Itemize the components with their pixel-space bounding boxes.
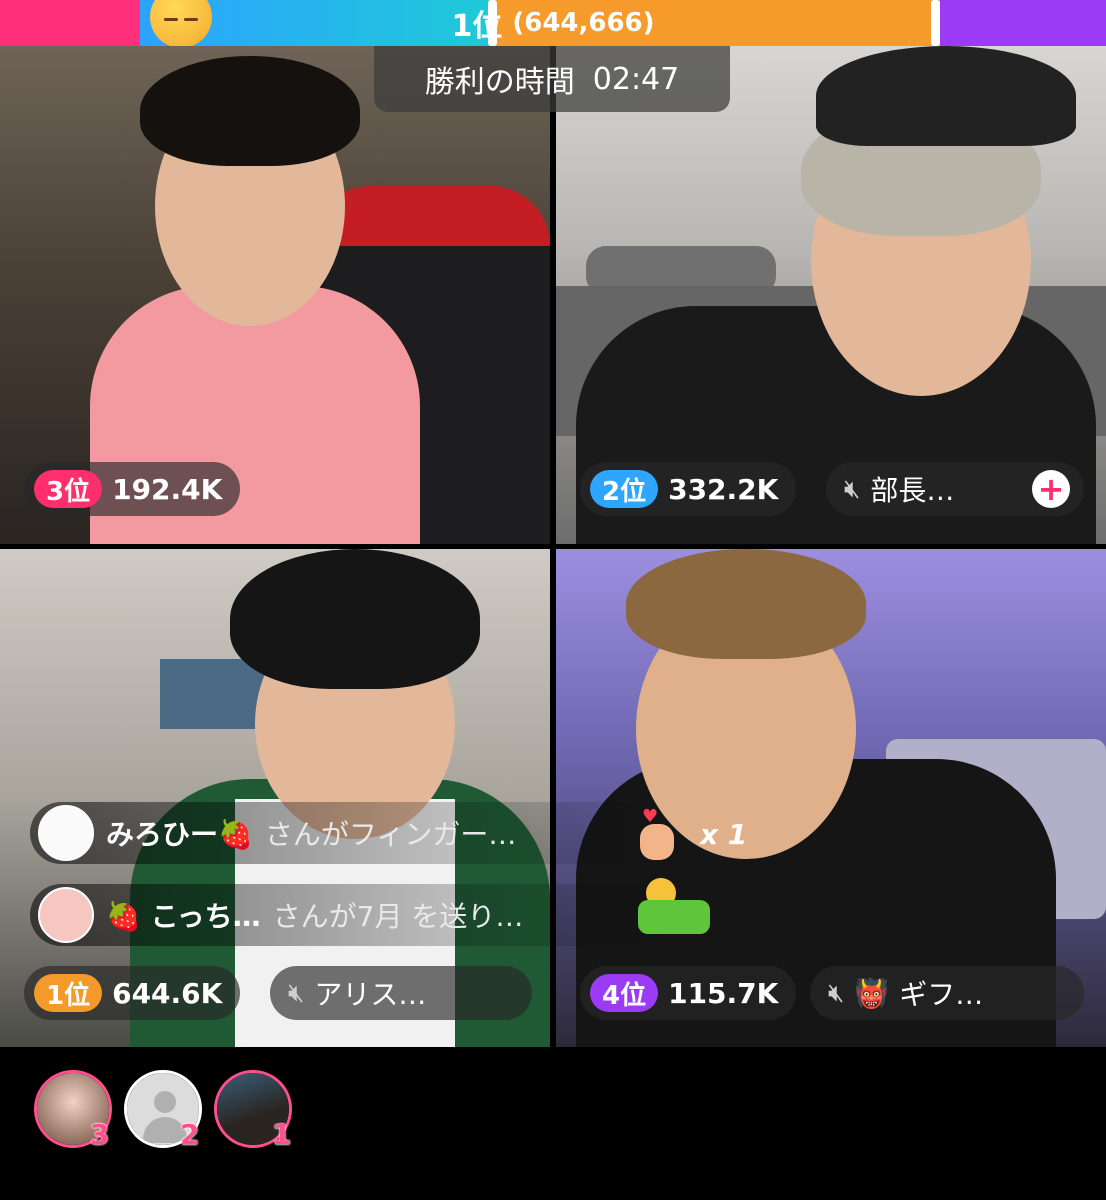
gift-user-name: 🍓 こっち…: [106, 900, 261, 933]
host-name-pill-bottom-left[interactable]: 🔇︎ アリス…: [270, 966, 532, 1020]
rank-score: 644.6K: [112, 976, 223, 1010]
gift-text: さんが7月 を送り…: [272, 900, 524, 933]
timer-time: 02:47: [592, 61, 680, 97]
gifter-rank-1: 1: [272, 1118, 292, 1151]
avatar: [38, 887, 94, 943]
rank-badge: 4位: [590, 974, 659, 1012]
rank-score: 115.7K: [668, 976, 779, 1010]
host-name-pill-bottom-right[interactable]: 🔇︎ 👹 ギフ…: [810, 966, 1084, 1020]
top-rank-label: 1位: [451, 9, 503, 44]
gift-notification[interactable]: 🍓 こっち… さんが7月 を送り…: [30, 884, 670, 946]
rank-badge: 2位: [590, 470, 659, 508]
host-name: 部長…: [870, 474, 955, 507]
rank-pill-top-right: 2位 332.2K: [580, 462, 797, 516]
timer-label: 勝利の時間: [424, 65, 575, 100]
muted-speaker-icon: 🔇︎: [288, 977, 305, 1008]
rank-badge: 1位: [34, 974, 103, 1012]
muted-speaker-icon: 🔇︎: [828, 977, 845, 1008]
gifter-rank-3: 3: [90, 1118, 110, 1151]
rank-pill-bottom-left: 1位 644.6K: [24, 966, 241, 1020]
follow-plus-button[interactable]: +: [1032, 470, 1070, 508]
muted-speaker-icon: 🔇︎: [844, 473, 861, 504]
person-hair: [140, 56, 360, 166]
person-hair: [230, 549, 480, 689]
rank-score: 192.4K: [112, 472, 223, 506]
gift-notification[interactable]: みろひー🍓 さんがフィンガー…: [30, 802, 650, 864]
finger-heart-icon: ♥: [632, 806, 682, 862]
july-sticker-icon: [638, 878, 710, 944]
ogre-icon: 👹: [854, 976, 890, 1010]
rank-score: 332.2K: [668, 472, 779, 506]
top-score-label: (644,666): [512, 8, 655, 38]
host-name: ギフ…: [899, 978, 984, 1011]
gifter-rank-2: 2: [180, 1118, 200, 1151]
rank-pill-top-left: 3位 192.4K: [24, 462, 241, 516]
person-hair: [626, 549, 866, 659]
rank-badge: 3位: [34, 470, 103, 508]
gift-user-name: みろひー🍓: [106, 818, 253, 851]
gift-text: さんがフィンガー…: [264, 818, 517, 851]
rank-pill-bottom-right: 4位 115.7K: [580, 966, 797, 1020]
top-rank-score: 1位 (644,666): [0, 0, 1106, 46]
host-name: アリス…: [314, 978, 427, 1011]
gift-multiplier: x 1: [700, 818, 748, 851]
avatar: [38, 805, 94, 861]
victory-timer: 勝利の時間 02:47: [374, 46, 730, 112]
cap: [816, 46, 1076, 146]
